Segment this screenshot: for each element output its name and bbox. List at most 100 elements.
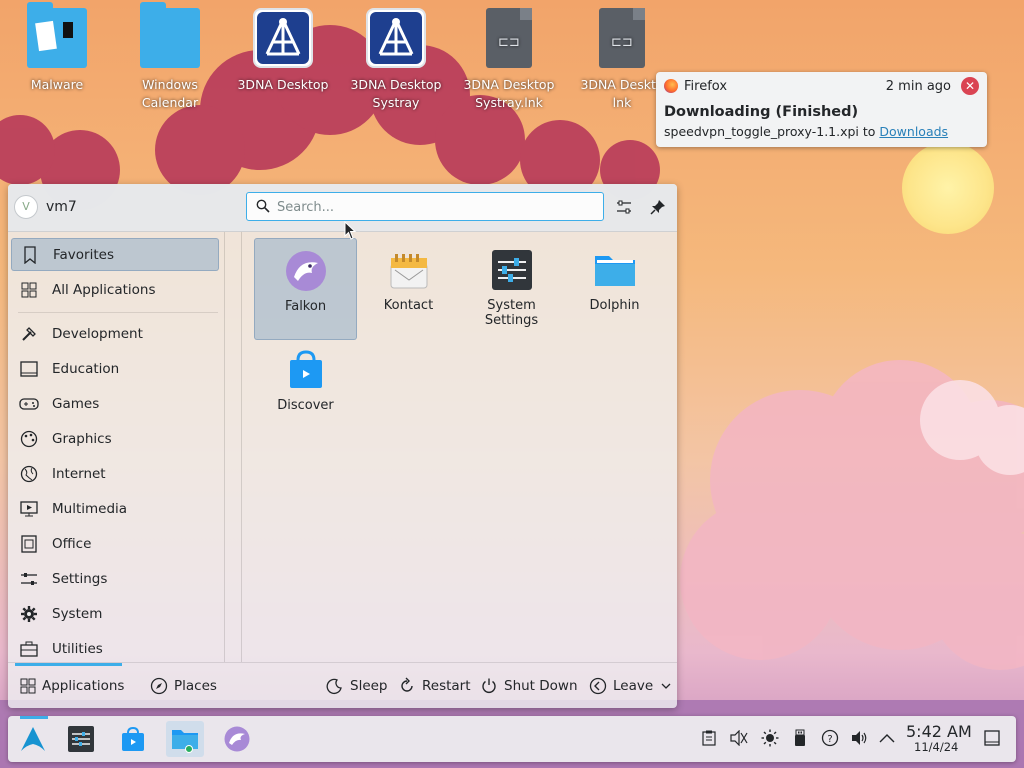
app-falkon[interactable]: Falkon [254,238,357,340]
category-office[interactable]: Office [11,527,219,560]
restart-button[interactable]: Restart [398,675,471,697]
taskbar-discover[interactable] [114,721,152,757]
category-label: Settings [52,570,108,587]
launcher-header: V vm7 [8,184,677,232]
category-label: Multimedia [52,500,128,517]
svg-text:?: ? [827,734,832,745]
search-input[interactable] [275,197,599,217]
taskbar-system-settings[interactable] [62,721,100,757]
tab-places[interactable]: Places [150,675,217,697]
falkon-icon [224,726,250,752]
category-games[interactable]: Games [11,387,219,420]
category-sidebar: Favorites All Applications Development E… [8,232,224,662]
pin-button[interactable] [645,194,671,220]
launcher-active-indicator [20,716,48,719]
shutdown-button[interactable]: Shut Down [480,675,578,697]
search-field[interactable] [246,192,604,221]
tab-applications[interactable]: Applications [20,675,124,697]
desktop-icon-3dna-desktop-systray-lnk[interactable]: ⊏⊐ 3DNA Desktop Systray.lnk [459,8,559,112]
volume-icon [852,731,867,745]
show-desktop-icon [984,730,1000,746]
chevron-down-icon [661,678,671,694]
clipboard-icon [702,730,716,746]
arch-logo-icon [21,727,45,751]
application-launcher: V vm7 Favorites All Applications [8,184,677,708]
category-graphics[interactable]: Graphics [11,422,219,455]
taskbar-falkon[interactable] [218,721,256,757]
sleep-button[interactable]: Sleep [326,675,388,697]
category-all-applications[interactable]: All Applications [11,273,219,306]
toolbox-icon [19,639,39,659]
download-notification[interactable]: Firefox 2 min ago ✕ Downloading (Finishe… [656,72,987,147]
category-system[interactable]: System [11,597,219,630]
usb-drive-icon [795,729,805,746]
category-education[interactable]: Education [11,352,219,385]
gear-icon [19,604,39,624]
clock-time: 5:42 AM [906,722,972,741]
notification-downloads-link[interactable]: Downloads [879,124,948,139]
clock-date: 11/4/24 [914,740,959,754]
tray-brightness[interactable] [760,728,780,748]
configure-button[interactable] [611,194,637,220]
leave-button[interactable]: Leave [589,675,671,697]
tray-expander[interactable] [877,728,897,748]
application-launcher-button[interactable] [14,721,52,757]
category-label: Development [52,325,143,342]
dolphin-folder-icon [593,248,637,292]
falkon-icon [284,249,328,293]
avatar[interactable]: V [14,195,38,219]
app-dolphin[interactable]: Dolphin [563,238,666,340]
palette-icon [19,429,39,449]
restart-label: Restart [422,678,471,694]
desktop-icon-label: Malware [30,77,84,92]
app-label: System [487,298,536,313]
desktop-icon-malware[interactable]: Malware [7,2,107,94]
app-label: Discover [277,398,334,413]
category-utilities[interactable]: Utilities [11,632,219,662]
tray-removable-device[interactable] [790,728,810,748]
category-favorites[interactable]: Favorites [11,238,219,271]
show-desktop-button[interactable] [982,728,1002,748]
mouse-cursor-icon [344,221,357,240]
category-label: Internet [52,465,106,482]
grid-icon [19,280,39,300]
desktop-icon-label: 3DNA Desktop [350,77,442,92]
tray-help[interactable]: ? [820,728,840,748]
bookmark-icon [20,245,40,265]
link-file-icon: ⊏⊐ [486,8,532,68]
desktop-icon-windows-calendar[interactable]: Windows Calendar [120,2,220,112]
tray-clipboard[interactable] [699,728,719,748]
category-label: Education [52,360,120,377]
document-icon [19,534,39,554]
app-kontact[interactable]: Kontact [357,238,460,340]
notification-time: 2 min ago [885,78,951,94]
app-label: Falkon [284,299,327,314]
desktop-icon-label: 3DNA Desktop [463,77,555,92]
app-system-settings[interactable]: System Settings [460,238,563,340]
desktop-icon-label: Windows [142,77,198,92]
category-multimedia[interactable]: Multimedia [11,492,219,525]
shutdown-label: Shut Down [504,678,578,694]
monitor-icon [19,499,39,519]
power-icon [480,677,498,695]
tray-volume[interactable] [850,728,870,748]
tray-audio-muted[interactable] [729,728,749,748]
category-development[interactable]: Development [11,317,219,350]
folder-icon [27,2,87,68]
discover-icon [284,348,328,392]
category-label: Graphics [52,430,112,447]
app-discover[interactable]: Discover [254,342,357,444]
notification-close-button[interactable]: ✕ [961,77,979,95]
launcher-footer: Applications Places Sleep Restart Shut D… [8,662,677,708]
category-settings[interactable]: Settings [11,562,219,595]
desktop-icon-label-line2: Calendar [141,95,199,110]
pin-icon [650,200,665,215]
desktop-icon-3dna-desktop[interactable]: 3DNA Desktop [233,8,333,94]
restart-icon [398,677,416,695]
desktop-icon-3dna-desktop-systray[interactable]: 3DNA Desktop Systray [346,8,446,112]
desktop-icon-label: 3DNA Desktop [237,77,329,92]
hammer-icon [19,324,39,344]
category-internet[interactable]: Internet [11,457,219,490]
taskbar-dolphin[interactable] [166,721,204,757]
scrollbar-track[interactable] [241,232,242,662]
